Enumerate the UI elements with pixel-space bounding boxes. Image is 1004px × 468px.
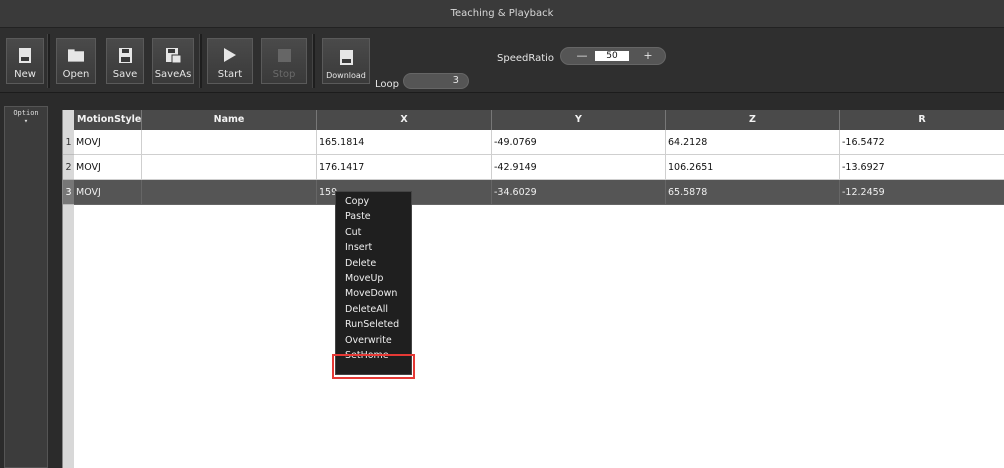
toolbar-separator — [312, 34, 315, 88]
stop-button[interactable]: Stop — [261, 38, 307, 84]
sethome-highlight-box — [332, 354, 415, 379]
stop-button-label: Stop — [272, 69, 296, 80]
toolbar-separator — [199, 34, 202, 88]
row-number: 2 — [63, 155, 74, 180]
cell-r[interactable]: -12.2459 — [840, 180, 1004, 205]
cell-motionstyle[interactable]: MOVJ — [74, 180, 142, 205]
loop-count-input[interactable]: 3 — [403, 73, 469, 89]
points-table: MotionStyle Name X Y Z R 1 MOVJ 165.1814… — [62, 110, 1004, 468]
cell-y[interactable]: -34.6029 — [492, 180, 666, 205]
download-button-label: Download — [326, 71, 366, 80]
start-button-label: Start — [217, 69, 243, 80]
cell-y[interactable]: -42.9149 — [492, 155, 666, 180]
window-title: Teaching & Playback — [450, 8, 554, 19]
folder-icon — [68, 46, 84, 64]
play-icon — [222, 46, 238, 64]
menu-item-runseleted[interactable]: RunSeleted — [336, 317, 411, 332]
speed-increase-button[interactable]: + — [641, 49, 655, 62]
download-icon — [338, 48, 354, 66]
column-header-motionstyle[interactable]: MotionStyle — [74, 110, 142, 130]
table-row[interactable]: 2 MOVJ 176.1417 -42.9149 106.2651 -13.69… — [63, 155, 1004, 180]
toolbar-separator — [47, 34, 50, 88]
start-button[interactable]: Start — [207, 38, 253, 84]
cell-z[interactable]: 106.2651 — [666, 155, 840, 180]
speed-ratio-label: SpeedRatio — [497, 53, 555, 64]
menu-item-moveup[interactable]: MoveUp — [336, 271, 411, 286]
menu-item-overwrite[interactable]: Overwrite — [336, 333, 411, 348]
speed-ratio-input[interactable]: 50 — [595, 51, 629, 61]
column-header-y[interactable]: Y — [492, 110, 666, 130]
menu-item-cut[interactable]: Cut — [336, 225, 411, 240]
app-window: Teaching & Playback New Open Save SaveAs… — [0, 0, 1004, 468]
saveas-button[interactable]: SaveAs — [152, 38, 194, 84]
column-header-x[interactable]: X — [317, 110, 492, 130]
save-as-icon — [165, 46, 181, 64]
toolbar: New Open Save SaveAs Start Stop Download… — [0, 27, 1004, 93]
cell-x[interactable]: 165.1814 — [317, 130, 492, 155]
context-menu: Copy Paste Cut Insert Delete MoveUp Move… — [335, 191, 412, 375]
row-number: 3 — [63, 180, 74, 205]
cell-x[interactable]: 176.1417 — [317, 155, 492, 180]
menu-item-paste[interactable]: Paste — [336, 209, 411, 224]
cell-r[interactable]: -13.6927 — [840, 155, 1004, 180]
cell-name[interactable] — [142, 155, 317, 180]
save-button-label: Save — [112, 69, 138, 80]
menu-item-insert[interactable]: Insert — [336, 240, 411, 255]
menu-item-delete[interactable]: Delete — [336, 256, 411, 271]
column-header-z[interactable]: Z — [666, 110, 840, 130]
download-button[interactable]: Download — [322, 38, 370, 84]
cell-name[interactable] — [142, 130, 317, 155]
column-header-r[interactable]: R — [840, 110, 1004, 130]
menu-item-deleteall[interactable]: DeleteAll — [336, 302, 411, 317]
cell-motionstyle[interactable]: MOVJ — [74, 155, 142, 180]
triangle-down-icon: ▾ — [23, 117, 29, 125]
option-dropdown[interactable]: Option ▾ — [9, 109, 43, 125]
open-button[interactable]: Open — [56, 38, 96, 84]
speed-decrease-button[interactable]: — — [575, 49, 589, 62]
table-row-selected[interactable]: 3 MOVJ 159. -34.6029 65.5878 -12.2459 — [63, 180, 1004, 205]
new-button[interactable]: New — [6, 38, 44, 84]
stop-icon — [276, 46, 292, 64]
option-panel: Option ▾ — [4, 106, 48, 468]
loop-label: Loop — [375, 79, 399, 90]
open-button-label: Open — [62, 69, 90, 80]
save-button[interactable]: Save — [106, 38, 144, 84]
cell-motionstyle[interactable]: MOVJ — [74, 130, 142, 155]
cell-z[interactable]: 64.2128 — [666, 130, 840, 155]
column-header-name[interactable]: Name — [142, 110, 317, 130]
menu-item-movedown[interactable]: MoveDown — [336, 286, 411, 301]
cell-y[interactable]: -49.0769 — [492, 130, 666, 155]
saveas-button-label: SaveAs — [154, 69, 192, 80]
new-file-icon — [17, 46, 33, 64]
cell-name[interactable] — [142, 180, 317, 205]
menu-item-copy[interactable]: Copy — [336, 194, 411, 209]
save-icon — [117, 46, 133, 64]
speed-ratio-stepper: — 50 + — [560, 47, 666, 65]
table-row[interactable]: 1 MOVJ 165.1814 -49.0769 64.2128 -16.547… — [63, 130, 1004, 155]
new-button-label: New — [14, 69, 36, 80]
title-bar: Teaching & Playback — [0, 0, 1004, 27]
row-number: 1 — [63, 130, 74, 155]
cell-r[interactable]: -16.5472 — [840, 130, 1004, 155]
cell-z[interactable]: 65.5878 — [666, 180, 840, 205]
option-label: Option — [13, 109, 39, 117]
